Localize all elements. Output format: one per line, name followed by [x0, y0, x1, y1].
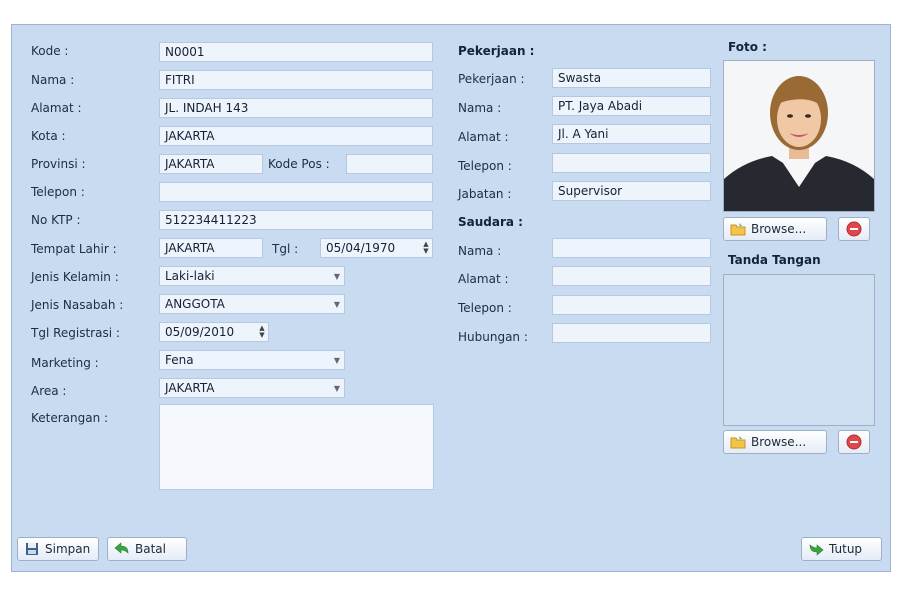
pekerjaan-heading: Pekerjaan : [458, 44, 535, 58]
tutup-button[interactable]: Tutup [801, 537, 882, 561]
telepon-field[interactable] [159, 182, 433, 202]
foto-heading: Foto : [728, 40, 767, 54]
tanda-tangan-browse-button[interactable]: Browse... [723, 430, 827, 454]
area-combo[interactable]: JAKARTA ▼ [159, 378, 345, 398]
marketing-label: Marketing : [31, 356, 99, 370]
pekerjaan-alamat-field[interactable]: Jl. A Yani [552, 124, 711, 144]
saudara-hubungan-field[interactable] [552, 323, 711, 343]
folder-icon [730, 434, 746, 450]
batal-label: Batal [135, 542, 166, 556]
noktp-label: No KTP : [31, 213, 81, 227]
dropdown-arrow-icon[interactable]: ▼ [334, 382, 340, 396]
kota-label: Kota : [31, 129, 66, 143]
tglregistrasi-label: Tgl Registrasi : [31, 326, 120, 340]
dropdown-arrow-icon[interactable]: ▼ [334, 298, 340, 312]
spinner-arrows-icon[interactable]: ▲ ▼ [259, 325, 265, 339]
alamat-label: Alamat : [31, 101, 82, 115]
pekerjaan-telepon-label: Telepon : [458, 159, 512, 173]
pekerjaan-jabatan-label: Jabatan : [458, 187, 512, 201]
kodepos-field[interactable] [346, 154, 433, 174]
dropdown-arrow-icon[interactable]: ▼ [334, 270, 340, 284]
area-value: JAKARTA [165, 381, 215, 395]
marketing-value: Fena [165, 353, 194, 367]
area-label: Area : [31, 384, 67, 398]
remove-circle-icon [846, 221, 862, 237]
floppy-disk-icon [24, 541, 40, 557]
saudara-alamat-label: Alamat : [458, 272, 509, 286]
tanda-tangan-heading: Tanda Tangan [728, 253, 821, 267]
tanda-tangan-remove-button[interactable] [838, 430, 870, 454]
pekerjaan-nama-label: Nama : [458, 101, 502, 115]
pekerjaan-pekerjaan-field[interactable]: Swasta [552, 68, 711, 88]
folder-icon [730, 221, 746, 237]
tempatlahir-field[interactable]: JAKARTA [159, 238, 263, 258]
portrait-photo [724, 61, 874, 211]
tanda-tangan-image [723, 274, 875, 426]
jenisnasabah-combo[interactable]: ANGGOTA ▼ [159, 294, 345, 314]
saudara-nama-field[interactable] [552, 238, 711, 258]
pekerjaan-nama-field[interactable]: PT. Jaya Abadi [552, 96, 711, 116]
saudara-hubungan-label: Hubungan : [458, 330, 528, 344]
tglregistrasi-value: 05/09/2010 [165, 325, 235, 339]
pekerjaan-alamat-label: Alamat : [458, 130, 509, 144]
marketing-combo[interactable]: Fena ▼ [159, 350, 345, 370]
jenisnasabah-label: Jenis Nasabah : [31, 298, 124, 312]
pekerjaan-pekerjaan-label: Pekerjaan : [458, 72, 525, 86]
saudara-heading: Saudara : [458, 215, 523, 229]
tgl-label: Tgl : [272, 242, 299, 256]
batal-button[interactable]: Batal [107, 537, 187, 561]
simpan-button[interactable]: Simpan [17, 537, 99, 561]
tglregistrasi-date-spinner[interactable]: 05/09/2010 ▲ ▼ [159, 322, 269, 342]
foto-browse-label: Browse... [751, 222, 807, 236]
nama-label: Nama : [31, 73, 75, 87]
dropdown-arrow-icon[interactable]: ▼ [334, 354, 340, 368]
saudara-nama-label: Nama : [458, 244, 502, 258]
kodepos-label: Kode Pos : [268, 157, 330, 171]
jeniskelamin-value: Laki-laki [165, 269, 215, 283]
provinsi-label: Provinsi : [31, 157, 86, 171]
foto-browse-button[interactable]: Browse... [723, 217, 827, 241]
simpan-label: Simpan [45, 542, 91, 556]
kode-field[interactable]: N0001 [159, 42, 433, 62]
remove-circle-icon [846, 434, 862, 450]
tempatlahir-label: Tempat Lahir : [31, 242, 117, 256]
nama-field[interactable]: FITRI [159, 70, 433, 90]
tanda-tangan-browse-label: Browse... [751, 435, 807, 449]
jeniskelamin-combo[interactable]: Laki-laki ▼ [159, 266, 345, 286]
pekerjaan-jabatan-field[interactable]: Supervisor [552, 181, 711, 201]
undo-arrow-icon [114, 541, 130, 557]
saudara-telepon-label: Telepon : [458, 301, 512, 315]
provinsi-field[interactable]: JAKARTA [159, 154, 263, 174]
jenisnasabah-value: ANGGOTA [165, 297, 225, 311]
saudara-alamat-field[interactable] [552, 266, 711, 286]
keterangan-textarea[interactable] [159, 404, 434, 490]
kota-field[interactable]: JAKARTA [159, 126, 433, 146]
foto-image [723, 60, 875, 212]
keterangan-label: Keterangan : [31, 411, 109, 425]
foto-remove-button[interactable] [838, 217, 870, 241]
tgl-date-spinner[interactable]: 05/04/1970 ▲ ▼ [320, 238, 433, 258]
exit-arrow-icon [808, 541, 824, 557]
noktp-field[interactable]: 512234411223 [159, 210, 433, 230]
telepon-label: Telepon : [31, 185, 85, 199]
pekerjaan-telepon-field[interactable] [552, 153, 711, 173]
tgl-value: 05/04/1970 [326, 241, 396, 255]
jeniskelamin-label: Jenis Kelamin : [31, 270, 119, 284]
tutup-label: Tutup [829, 542, 863, 556]
spinner-arrows-icon[interactable]: ▲ ▼ [423, 241, 429, 255]
saudara-telepon-field[interactable] [552, 295, 711, 315]
kode-label: Kode : [31, 44, 69, 58]
alamat-field[interactable]: JL. INDAH 143 [159, 98, 433, 118]
